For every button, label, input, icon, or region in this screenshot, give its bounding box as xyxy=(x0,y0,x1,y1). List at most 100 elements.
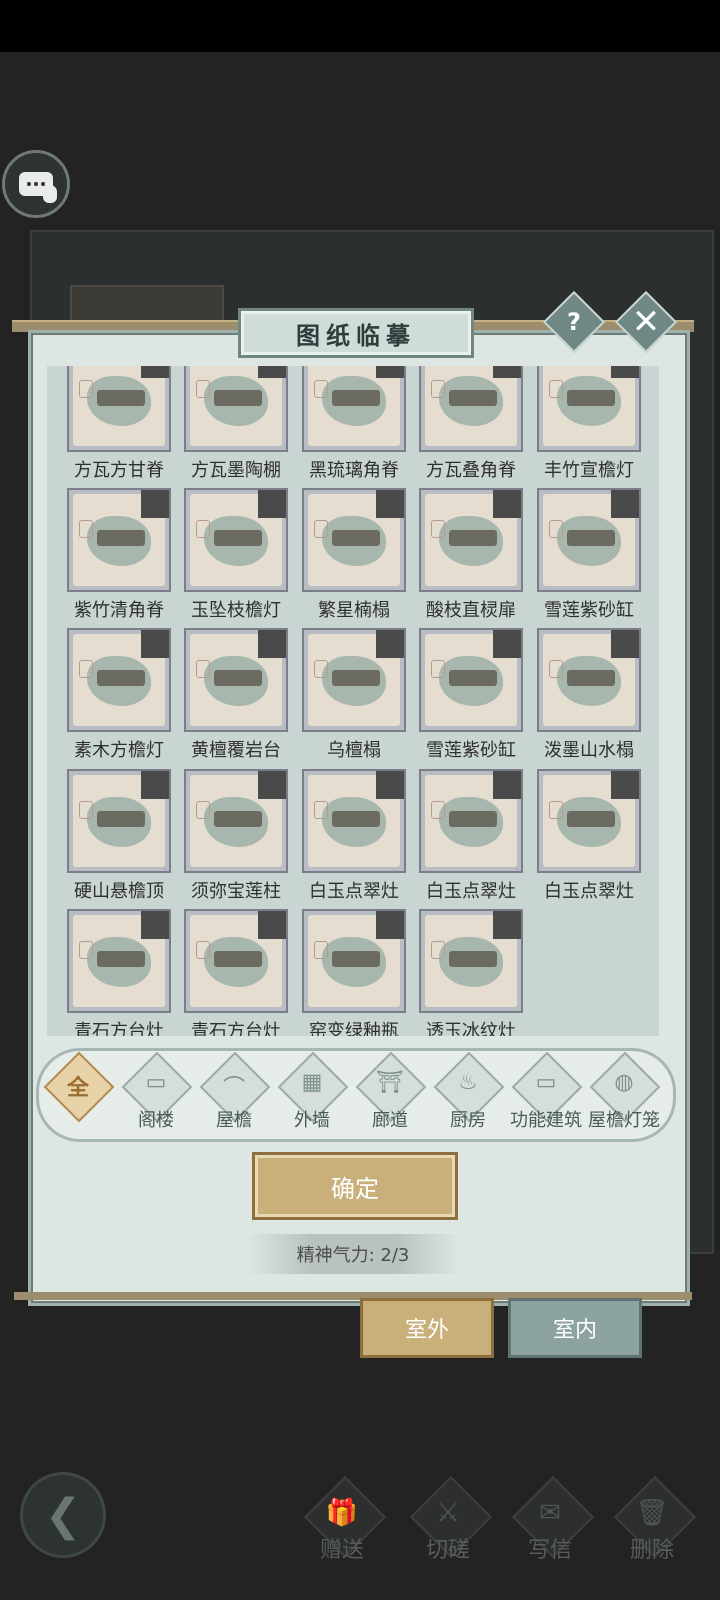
back-button[interactable]: ❮ xyxy=(20,1472,106,1558)
action-label: 切磋 xyxy=(425,1538,470,1563)
blueprint-card[interactable] xyxy=(302,366,406,452)
seal-stamp xyxy=(79,380,93,398)
action-icon: 🗑 xyxy=(635,1498,669,1528)
blueprint-card[interactable] xyxy=(419,488,523,592)
item-thumbnail xyxy=(97,530,145,546)
card-corner-badge xyxy=(141,490,169,518)
blueprint-card[interactable] xyxy=(67,366,171,452)
blueprint-card[interactable] xyxy=(419,366,523,452)
category-icon: ⛩ xyxy=(376,1070,404,1095)
card-corner-badge xyxy=(493,911,521,939)
card-corner-badge xyxy=(376,911,404,939)
category-tab[interactable]: ▦ 外墙 xyxy=(276,1051,349,1136)
seal-stamp xyxy=(196,380,210,398)
close-icon: ✕ xyxy=(631,302,661,342)
blueprint-label: 繁星楠榻 xyxy=(318,600,390,621)
category-tab[interactable]: ⛩ 廊道 xyxy=(354,1051,427,1136)
item-thumbnail xyxy=(97,390,145,406)
tab-indoor[interactable]: 室内 xyxy=(508,1298,642,1358)
item-thumbnail xyxy=(214,951,262,967)
item-thumbnail xyxy=(332,811,380,827)
category-tab[interactable]: ⌒ 屋檐 xyxy=(198,1051,271,1136)
category-tab[interactable]: ▭ 阁楼 xyxy=(120,1051,193,1136)
blueprint-card[interactable] xyxy=(67,769,171,873)
category-tab[interactable]: ♨ 厨房 xyxy=(432,1051,505,1136)
blueprint-label: 乌檀榻 xyxy=(327,740,381,761)
confirm-button[interactable]: 确定 xyxy=(252,1152,458,1220)
category-icon: ▭ xyxy=(535,1070,557,1095)
blueprint-card[interactable] xyxy=(184,488,288,592)
category-label: 廊道 xyxy=(372,1110,408,1131)
item-thumbnail xyxy=(449,670,497,686)
seal-stamp xyxy=(196,520,210,538)
category-label: 屋檐 xyxy=(216,1110,252,1131)
seal-stamp xyxy=(431,941,445,959)
blueprint-label: 黑琉璃角脊 xyxy=(309,460,399,481)
item-thumbnail xyxy=(449,811,497,827)
blueprint-card[interactable] xyxy=(184,909,288,1013)
blueprint-card[interactable] xyxy=(67,628,171,732)
item-thumbnail xyxy=(332,390,380,406)
blueprint-card[interactable] xyxy=(184,366,288,452)
bottom-action-button[interactable]: ✉ 写信 xyxy=(502,1475,598,1580)
category-tab[interactable]: ◍ 屋檐灯笼 xyxy=(588,1051,661,1136)
item-thumbnail xyxy=(332,530,380,546)
category-tab[interactable]: ▭ 功能建筑 xyxy=(510,1051,583,1136)
blueprint-card[interactable] xyxy=(537,628,641,732)
card-corner-badge xyxy=(258,366,286,378)
chat-button[interactable] xyxy=(2,150,70,218)
bottom-action-button[interactable]: ⚔ 切磋 xyxy=(400,1475,496,1580)
seal-stamp xyxy=(314,941,328,959)
blueprint-label: 白玉点翠灶 xyxy=(309,881,399,902)
blueprint-card[interactable] xyxy=(67,488,171,592)
card-corner-badge xyxy=(611,630,639,658)
action-label: 写信 xyxy=(527,1538,572,1563)
blueprint-card[interactable] xyxy=(537,769,641,873)
blueprint-label: 透玉冰纹灶 xyxy=(426,1021,516,1036)
seal-stamp xyxy=(549,660,563,678)
question-icon: ? xyxy=(567,308,581,336)
category-label: 屋檐灯笼 xyxy=(588,1110,660,1131)
category-icon: 全 xyxy=(66,1076,89,1101)
blueprint-label: 硬山悬檐顶 xyxy=(74,881,164,902)
blueprint-card[interactable] xyxy=(302,909,406,1013)
blueprint-label: 丰竹宣檐灯 xyxy=(544,460,634,481)
card-corner-badge xyxy=(141,366,169,378)
card-corner-badge xyxy=(611,490,639,518)
category-tab[interactable]: 全 xyxy=(42,1051,115,1136)
seal-stamp xyxy=(196,801,210,819)
card-corner-badge xyxy=(611,771,639,799)
bottom-action-button[interactable]: 🎁 赠送 xyxy=(294,1475,390,1580)
blueprint-label: 玉坠枝檐灯 xyxy=(191,600,281,621)
blueprint-card[interactable] xyxy=(419,769,523,873)
blueprint-card[interactable] xyxy=(67,909,171,1013)
item-thumbnail xyxy=(567,530,615,546)
item-thumbnail xyxy=(332,670,380,686)
blueprint-card[interactable] xyxy=(302,488,406,592)
item-thumbnail xyxy=(214,670,262,686)
seal-stamp xyxy=(431,380,445,398)
card-corner-badge xyxy=(493,366,521,378)
card-corner-badge xyxy=(141,771,169,799)
blueprint-card[interactable] xyxy=(302,769,406,873)
blueprint-card[interactable] xyxy=(419,909,523,1013)
card-corner-badge xyxy=(258,630,286,658)
tab-outdoor[interactable]: 室外 xyxy=(360,1298,494,1358)
blueprint-label: 白玉点翠灶 xyxy=(426,881,516,902)
gourd-icon xyxy=(43,185,57,203)
blueprint-card[interactable] xyxy=(537,488,641,592)
bottom-action-button[interactable]: 🗑 删除 xyxy=(604,1475,700,1580)
blueprint-card[interactable] xyxy=(184,628,288,732)
blueprint-label: 方瓦叠角脊 xyxy=(426,460,516,481)
blueprint-card[interactable] xyxy=(419,628,523,732)
seal-stamp xyxy=(79,801,93,819)
blueprint-label: 雪莲紫砂缸 xyxy=(426,740,516,761)
category-label: 阁楼 xyxy=(138,1110,174,1131)
blueprint-card[interactable] xyxy=(537,366,641,452)
item-thumbnail xyxy=(97,951,145,967)
blueprint-card[interactable] xyxy=(302,628,406,732)
item-thumbnail xyxy=(214,390,262,406)
card-corner-badge xyxy=(376,490,404,518)
category-icon: ▭ xyxy=(145,1070,167,1095)
blueprint-card[interactable] xyxy=(184,769,288,873)
